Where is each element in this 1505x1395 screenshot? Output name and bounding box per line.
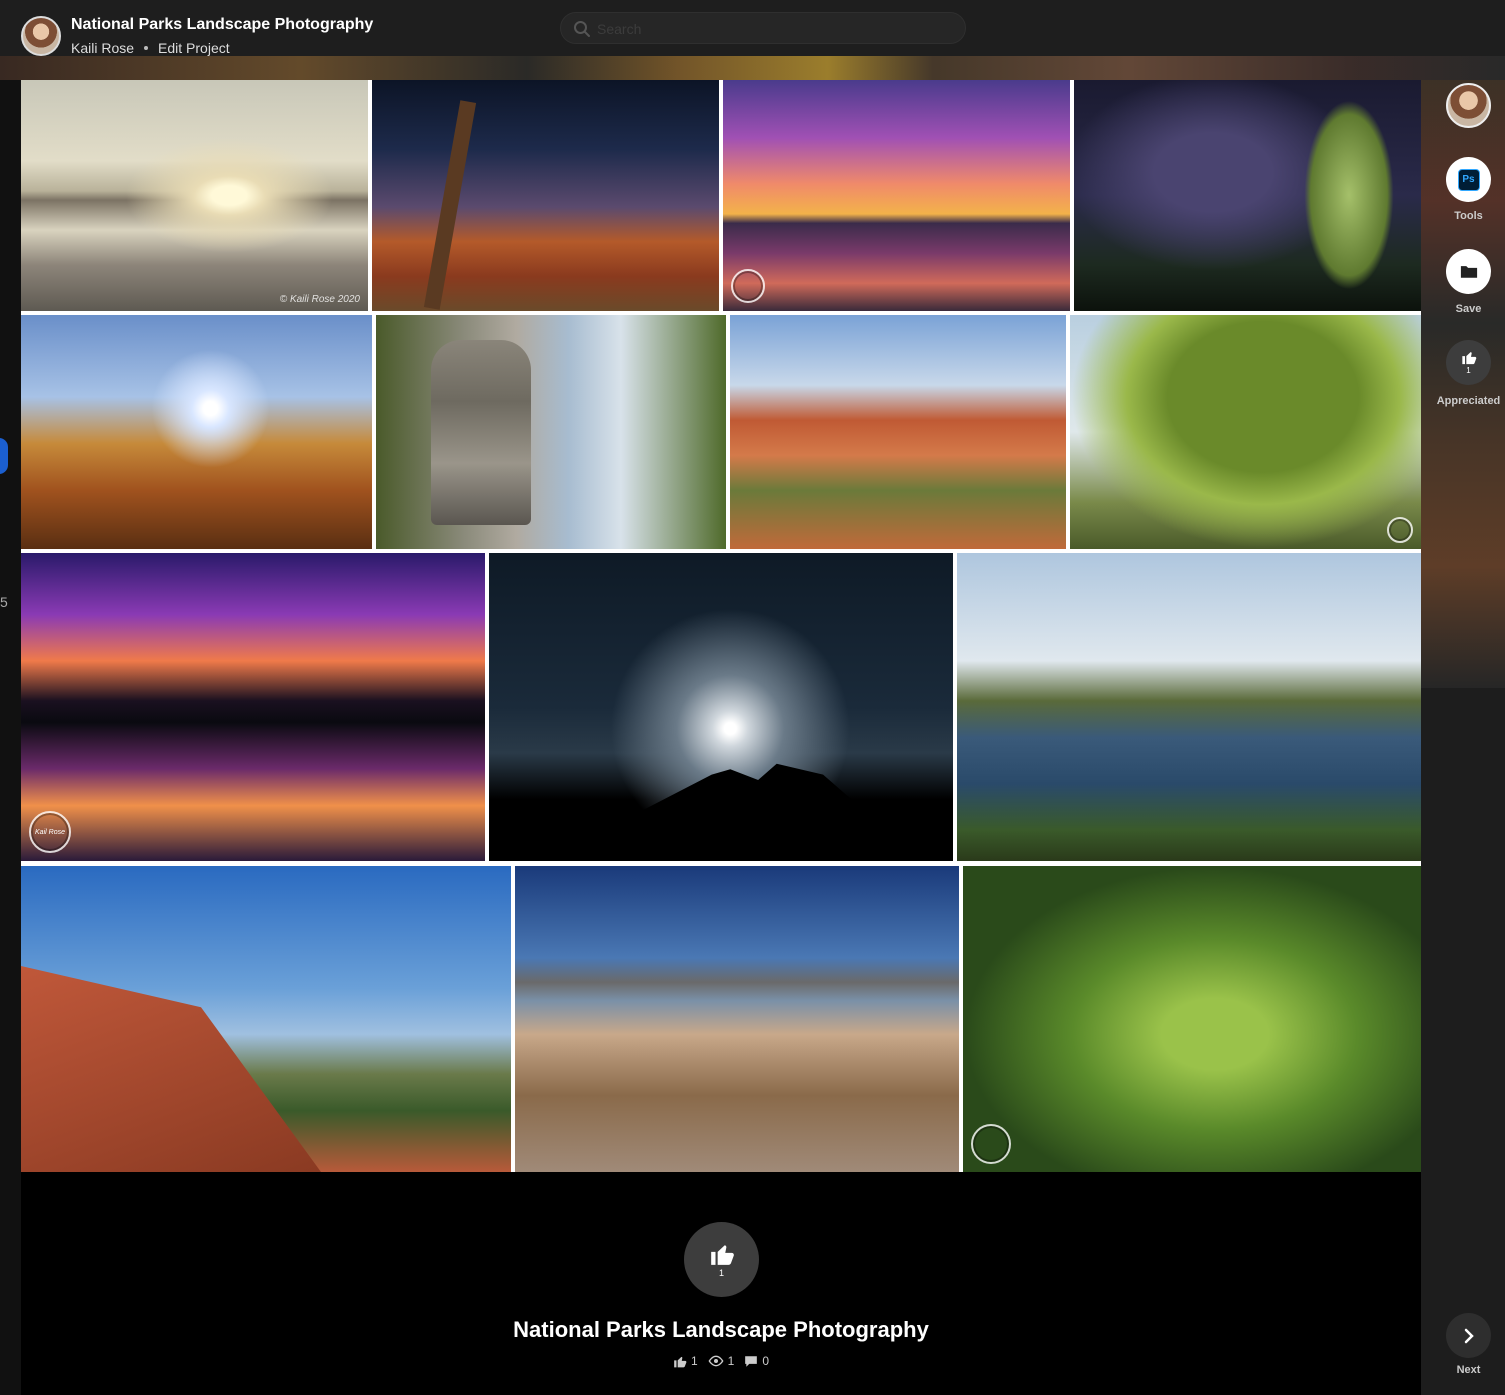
- photoshop-icon: Ps: [1457, 168, 1480, 191]
- photo-purple-sunset-lake[interactable]: [723, 80, 1070, 311]
- previous-item-edge[interactable]: [0, 438, 8, 474]
- separator-dot: [144, 46, 149, 50]
- photo-violet-sunset-reflection[interactable]: Kail Rose: [21, 553, 485, 861]
- appreciated-label: Appreciated: [1436, 395, 1501, 407]
- thumbs-up-icon: [710, 1244, 734, 1265]
- next-project-button[interactable]: [1446, 1313, 1491, 1358]
- folder-icon: [1460, 266, 1477, 278]
- appreciate-button[interactable]: 1: [684, 1222, 759, 1297]
- footer-project-title: National Parks Landscape Photography: [513, 1317, 929, 1342]
- owner-info: Kaili Rose Edit Project: [71, 40, 230, 56]
- owner-name-link[interactable]: Kaili Rose: [71, 40, 134, 56]
- appreciated-button[interactable]: 1: [1446, 340, 1491, 385]
- search-input[interactable]: [597, 18, 947, 40]
- next-label: Next: [1456, 1364, 1481, 1376]
- watermark-logo: Kail Rose: [29, 811, 71, 853]
- red-rock-foreground: [21, 966, 321, 1172]
- comments-stat: 0: [744, 1354, 769, 1368]
- edit-project-link[interactable]: Edit Project: [158, 40, 230, 56]
- sidebar-owner-avatar[interactable]: [1446, 83, 1491, 128]
- search-icon: [574, 21, 590, 37]
- tools-label: Tools: [1454, 210, 1483, 222]
- save-button[interactable]: [1446, 249, 1491, 294]
- photo-canyon-sunstar-hiker[interactable]: [21, 315, 372, 549]
- photo-desert-tree-comet[interactable]: [372, 80, 719, 311]
- project-image-grid: © Kaili Rose 2020 Kail Rose: [21, 80, 1421, 1172]
- watermark-logo: [731, 269, 765, 303]
- photo-moonrise-cathedral-rock[interactable]: [489, 553, 953, 861]
- watermark-logo: [1387, 517, 1413, 543]
- photo-signature: © Kaili Rose 2020: [279, 294, 360, 305]
- photo-mossy-tree-roots[interactable]: [963, 866, 1421, 1172]
- watermark-logo-text: Kail Rose: [35, 828, 65, 836]
- thumbs-up-icon: [1461, 352, 1476, 365]
- tools-button[interactable]: Ps: [1446, 157, 1491, 202]
- thumbs-up-icon: [674, 1356, 687, 1367]
- owner-avatar[interactable]: [21, 16, 61, 56]
- eye-icon: [708, 1355, 724, 1367]
- appreciate-count: 1: [718, 1267, 724, 1278]
- project-footer: 1 National Parks Landscape Photography 1…: [21, 1172, 1421, 1395]
- watermark-logo: [971, 1124, 1011, 1164]
- save-label: Save: [1455, 303, 1482, 315]
- project-header: National Parks Landscape Photography Kai…: [0, 0, 1505, 56]
- comments-count: 0: [762, 1354, 770, 1368]
- background-image-strip: [0, 56, 1505, 80]
- photo-stacked-rocks-lake[interactable]: [376, 315, 726, 549]
- likes-count: 1: [690, 1354, 698, 1368]
- photo-milky-way-tree[interactable]: [1074, 80, 1421, 311]
- rock-stack: [431, 340, 531, 525]
- lit-tree: [1304, 100, 1394, 290]
- project-title: National Parks Landscape Photography: [71, 16, 374, 33]
- likes-stat: 1: [673, 1354, 698, 1368]
- search-bar[interactable]: [560, 12, 966, 44]
- photo-oak-tree[interactable]: [1070, 315, 1421, 549]
- chevron-right-icon: [1464, 1328, 1474, 1343]
- photo-red-rock-trail[interactable]: [730, 315, 1066, 549]
- appreciated-count: 1: [1466, 366, 1471, 375]
- project-viewer: 5 National Parks Landscape Photography K…: [0, 0, 1505, 1395]
- project-stats: 1 1 0: [21, 1354, 1421, 1368]
- photo-geyser-sunburst[interactable]: © Kaili Rose 2020: [21, 80, 368, 311]
- tree-silhouette: [423, 100, 477, 310]
- photo-hiker-red-rock-vista[interactable]: [21, 866, 511, 1172]
- photo-forest-lake-geese[interactable]: [957, 553, 1421, 861]
- views-stat: 1: [708, 1354, 735, 1368]
- photo-desert-lake-reflection[interactable]: [515, 866, 959, 1172]
- rock-silhouette: [489, 763, 953, 861]
- comment-icon: [745, 1355, 758, 1367]
- left-partial-text: 5: [0, 594, 8, 610]
- views-count: 1: [727, 1354, 735, 1368]
- left-overlay-edge: [0, 80, 21, 1395]
